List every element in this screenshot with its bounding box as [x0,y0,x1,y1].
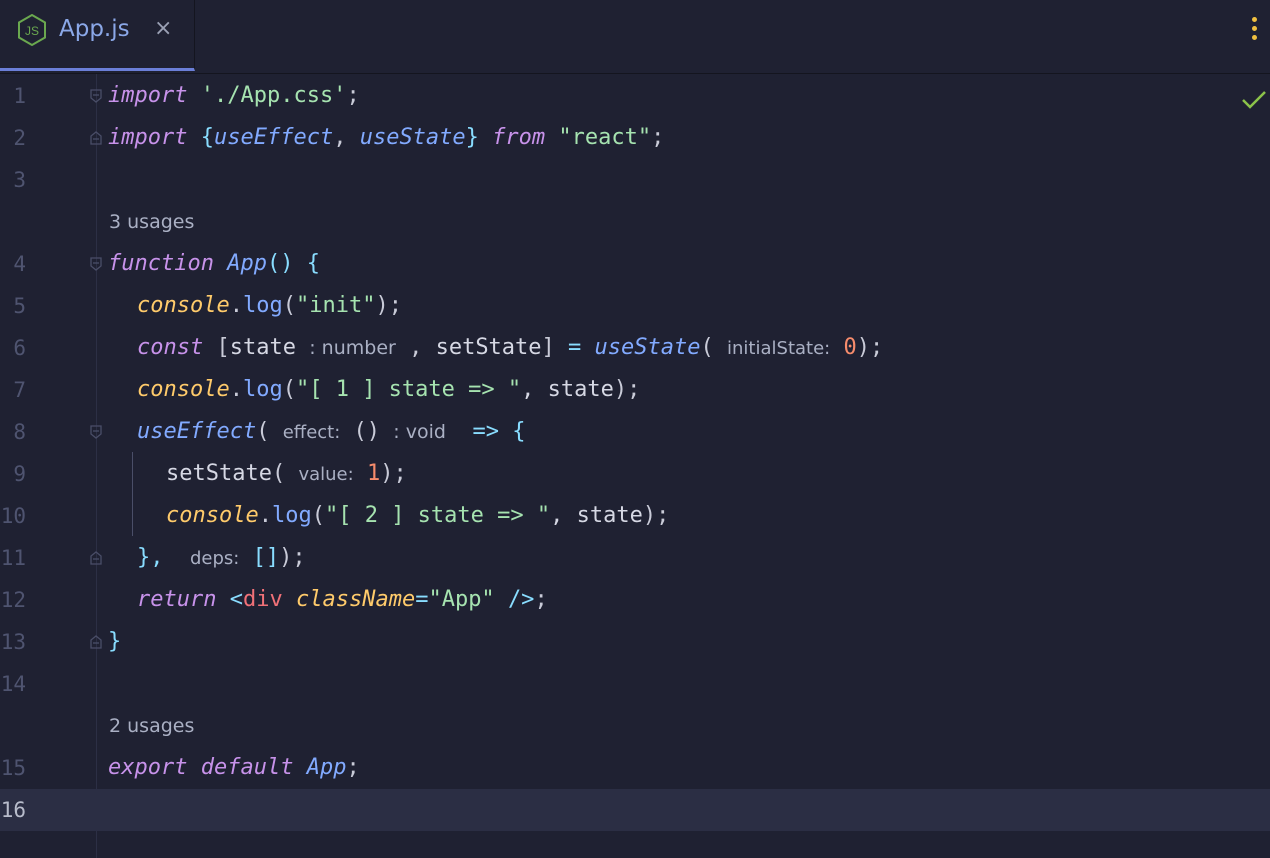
code-line[interactable]: 13 } [0,621,1270,663]
line-number: 3 [13,168,26,192]
code-line[interactable]: 4 function App() { [0,243,1270,285]
current-line[interactable]: 16 [0,789,1270,831]
svg-text:JS: JS [25,24,39,38]
line-number: 16 [0,798,26,822]
code-line[interactable]: 14 [0,663,1270,705]
editor-tab-bar: JS App.js × [0,0,1270,74]
code-line[interactable]: 9 setState( value: 1); [0,453,1270,495]
line-number: 5 [13,294,26,318]
code-line[interactable]: 15 export default App; [0,747,1270,789]
fold-icon[interactable] [88,634,104,650]
code-text: } [108,629,122,654]
tab-title: App.js [59,16,130,42]
code-line[interactable]: 8 useEffect( effect: () : void => { [0,411,1270,453]
more-options-icon[interactable] [1250,17,1260,43]
type-hint: : void [393,421,446,443]
code-line[interactable]: 7 console.log("[ 1 ] state => ", state); [0,369,1270,411]
parameter-hint: initialState: [727,338,831,359]
line-number: 15 [0,756,26,780]
code-line[interactable]: 6 const [state : number , setState] = us… [0,327,1270,369]
code-text: function App() { [108,251,320,276]
code-line[interactable]: 11 }, deps: []); [0,537,1270,579]
line-number: 7 [13,378,26,402]
line-number: 10 [0,504,26,528]
code-text: }, deps: []); [137,545,306,570]
code-text: setState( value: 1); [166,461,407,486]
code-line[interactable]: 2 import {useEffect, useState} from "rea… [0,117,1270,159]
fold-icon[interactable] [88,130,104,146]
code-text: useEffect( effect: () : void => { [137,419,526,444]
parameter-hint: effect: [282,422,341,443]
code-text: console.log("[ 2 ] state => ", state); [166,503,670,528]
code-text: import {useEffect, useState} from "react… [108,125,665,150]
usages-hint[interactable]: 3 usages [109,201,194,243]
line-number: 12 [0,588,26,612]
line-number: 13 [0,630,26,654]
type-hint: : number [309,337,396,359]
code-line[interactable]: 12 return <div className="App" />; [0,579,1270,621]
code-line[interactable]: 3 [0,159,1270,201]
line-number: 2 [13,126,26,150]
fold-icon[interactable] [88,88,104,104]
line-number: 9 [13,462,26,486]
code-line[interactable]: 10 console.log("[ 2 ] state => ", state)… [0,495,1270,537]
parameter-hint: deps: [190,548,240,569]
line-number: 11 [0,546,26,570]
parameter-hint: value: [298,464,354,485]
line-number: 8 [13,420,26,444]
code-text: console.log("[ 1 ] state => ", state); [137,377,641,402]
code-text: console.log("init"); [137,293,402,318]
code-text: return <div className="App" />; [137,587,548,612]
code-text: export default App; [108,755,360,780]
line-number: 14 [0,672,26,696]
line-number: 6 [13,336,26,360]
usages-hint[interactable]: 2 usages [109,705,194,747]
code-line[interactable]: 1 import './App.css'; [0,75,1270,117]
tab-app-js[interactable]: JS App.js × [0,0,195,71]
code-text: const [state : number , setState] = useS… [137,335,884,360]
line-number: 1 [13,84,26,108]
fold-icon[interactable] [88,550,104,566]
js-file-icon: JS [18,14,46,46]
code-line[interactable]: 5 console.log("init"); [0,285,1270,327]
code-text: import './App.css'; [108,83,360,108]
fold-icon[interactable] [88,424,104,440]
close-icon[interactable]: × [154,16,172,41]
fold-icon[interactable] [88,256,104,272]
line-number: 4 [13,252,26,276]
